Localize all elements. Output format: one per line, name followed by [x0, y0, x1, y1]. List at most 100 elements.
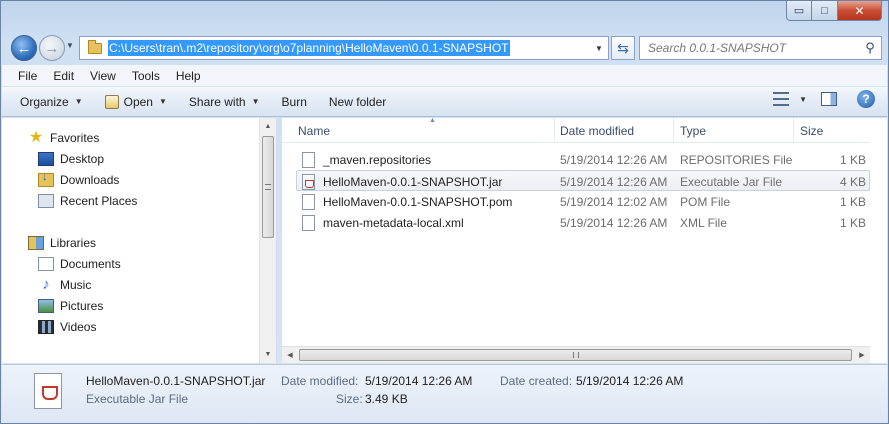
burn-button[interactable]: Burn	[274, 90, 315, 114]
libraries-group: Libraries Documents ♪ Music Pictures Vid…	[2, 232, 262, 337]
scroll-right-icon[interactable]: ▶	[854, 347, 870, 363]
size-value: 3.49 KB	[365, 392, 408, 406]
column-header-label: Size	[800, 123, 824, 138]
sidebar-item-music[interactable]: ♪ Music	[2, 274, 262, 295]
generic-file-icon	[302, 151, 315, 168]
sidebar-item-libraries[interactable]: Libraries	[2, 232, 262, 253]
file-type: REPOSITORIES File	[680, 152, 793, 167]
sort-ascending-icon: ▲	[429, 118, 436, 124]
organize-label: Organize	[20, 94, 69, 109]
file-pane-margin	[870, 118, 887, 363]
column-header-label: Type	[680, 123, 707, 138]
file-size: 1 KB	[839, 215, 866, 230]
file-row[interactable]: HelloMaven-0.0.1-SNAPSHOT.jar 5/19/2014 …	[296, 170, 870, 191]
chevron-down-icon: ▼	[74, 97, 83, 106]
star-icon: ★	[28, 128, 44, 146]
column-header-size[interactable]: Size	[794, 118, 870, 143]
file-row[interactable]: HelloMaven-0.0.1-SNAPSHOT.pom 5/19/2014 …	[296, 191, 870, 212]
search-icon[interactable]: ⚲	[859, 40, 881, 56]
jar-file-icon	[302, 173, 315, 190]
share-with-button[interactable]: Share with ▼	[181, 90, 268, 114]
date-modified-value: 5/19/2014 12:26 AM	[365, 374, 473, 388]
change-view-icon[interactable]	[773, 92, 790, 106]
generic-file-icon	[302, 193, 315, 210]
file-list-horizontal-scrollbar[interactable]: ◀ ▶	[282, 346, 870, 363]
file-row[interactable]: _maven.repositories 5/19/2014 12:26 AM R…	[296, 149, 870, 170]
sidebar-item-label: Favorites	[50, 130, 100, 145]
menu-view[interactable]: View	[82, 69, 124, 83]
date-created-label: Date created:	[500, 374, 573, 388]
column-header-date[interactable]: Date modified	[554, 118, 674, 143]
xml-file-icon	[302, 214, 315, 231]
address-dropdown-icon[interactable]: ▼	[590, 37, 608, 59]
search-input[interactable]: Search 0.0.1-SNAPSHOT	[640, 41, 859, 55]
sidebar-item-label: Documents	[60, 256, 121, 271]
close-button[interactable]: ✕	[838, 1, 882, 21]
details-filename: HelloMaven-0.0.1-SNAPSHOT.jar	[86, 374, 266, 388]
menu-file[interactable]: File	[10, 69, 45, 83]
recent-pages-dropdown-icon[interactable]: ▼	[66, 41, 74, 50]
column-header-type[interactable]: Type	[674, 118, 794, 143]
recent-places-icon	[38, 193, 54, 208]
chevron-down-icon: ▼	[158, 97, 167, 106]
favorites-group: ★ Favorites Desktop Downloads Recent Pla…	[2, 127, 262, 211]
videos-icon	[38, 319, 54, 334]
sidebar-item-label: Desktop	[60, 151, 105, 166]
sidebar-item-videos[interactable]: Videos	[2, 316, 262, 337]
new-folder-button[interactable]: New folder	[321, 90, 394, 114]
file-name: _maven.repositories	[323, 152, 432, 167]
sidebar-item-recent-places[interactable]: Recent Places	[2, 190, 262, 211]
details-filetype: Executable Jar File	[86, 392, 189, 406]
file-type: Executable Jar File	[680, 174, 783, 189]
menu-bar: File Edit View Tools Help	[2, 65, 887, 87]
size-label: Size:	[336, 392, 363, 406]
sidebar-item-label: Downloads	[60, 172, 120, 187]
forward-button[interactable]: →	[39, 35, 65, 61]
search-box[interactable]: Search 0.0.1-SNAPSHOT ⚲	[639, 36, 882, 60]
refresh-button[interactable]: ⇆	[611, 36, 635, 60]
minimize-button[interactable]: ▭	[786, 1, 812, 21]
back-button[interactable]: ←	[11, 35, 37, 61]
navigation-pane-scrollbar[interactable]: ▲ ▼	[259, 118, 276, 363]
scroll-left-icon[interactable]: ◀	[282, 347, 298, 363]
scroll-up-icon[interactable]: ▲	[260, 118, 276, 135]
open-button[interactable]: Open ▼	[97, 90, 175, 114]
file-size: 1 KB	[839, 194, 866, 209]
libraries-icon	[28, 235, 44, 250]
preview-pane-icon[interactable]	[821, 92, 837, 106]
date-modified-label: Date modified:	[281, 374, 359, 388]
sidebar-item-label: Videos	[60, 319, 97, 334]
scrollbar-thumb[interactable]	[299, 349, 852, 361]
music-icon: ♪	[42, 275, 50, 293]
new-folder-label: New folder	[328, 94, 387, 109]
organize-button[interactable]: Organize ▼	[12, 90, 91, 114]
refresh-icon: ⇆	[617, 39, 629, 56]
scroll-down-icon[interactable]: ▼	[260, 346, 276, 363]
address-bar[interactable]: C:\Users\tran\.m2\repository\org\o7plann…	[79, 36, 609, 60]
file-name: maven-metadata-local.xml	[323, 215, 464, 230]
forward-arrow-icon: →	[44, 39, 60, 57]
caption-buttons: ▭ □ ✕	[786, 1, 882, 21]
file-row[interactable]: maven-metadata-local.xml 5/19/2014 12:26…	[296, 212, 870, 233]
sidebar-item-documents[interactable]: Documents	[2, 253, 262, 274]
file-type: POM File	[680, 194, 731, 209]
sidebar-item-label: Recent Places	[60, 193, 138, 208]
menu-tools[interactable]: Tools	[124, 69, 168, 83]
help-icon[interactable]: ?	[857, 90, 875, 108]
chevron-down-icon: ▼	[251, 97, 260, 106]
view-options-dropdown-icon[interactable]: ▼	[799, 95, 807, 104]
menu-help[interactable]: Help	[168, 69, 209, 83]
sidebar-item-downloads[interactable]: Downloads	[2, 169, 262, 190]
open-icon	[104, 94, 119, 109]
scrollbar-thumb[interactable]	[262, 136, 274, 238]
file-size: 1 KB	[839, 152, 866, 167]
maximize-button[interactable]: □	[812, 1, 838, 21]
column-header-name[interactable]: Name ▲	[292, 118, 555, 143]
navigation-pane: ★ Favorites Desktop Downloads Recent Pla…	[2, 118, 277, 363]
menu-edit[interactable]: Edit	[45, 69, 82, 83]
sidebar-item-desktop[interactable]: Desktop	[2, 148, 262, 169]
sidebar-item-favorites[interactable]: ★ Favorites	[2, 127, 262, 148]
address-path[interactable]: C:\Users\tran\.m2\repository\org\o7plann…	[108, 40, 510, 56]
folder-icon	[88, 39, 102, 54]
sidebar-item-pictures[interactable]: Pictures	[2, 295, 262, 316]
